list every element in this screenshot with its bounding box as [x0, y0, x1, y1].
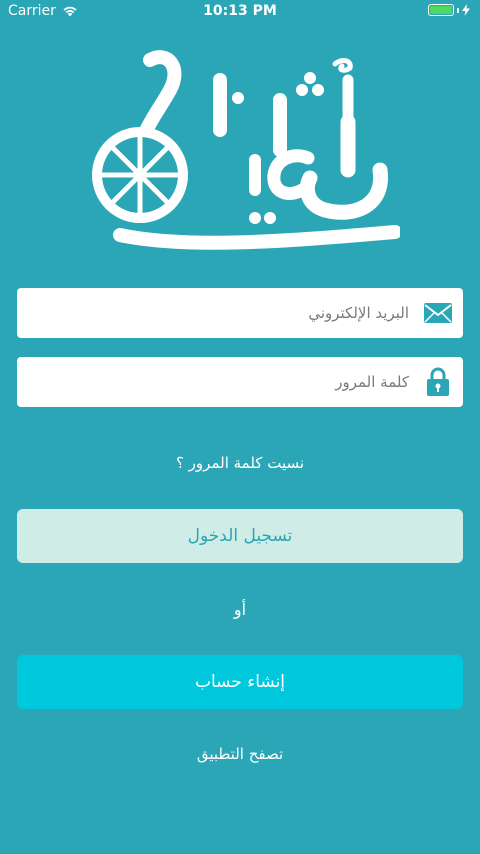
password-input[interactable] [17, 356, 421, 408]
wheel-icon [92, 127, 188, 223]
browse-app-link[interactable]: تصفح التطبيق [0, 745, 480, 763]
battery-icon [428, 4, 454, 16]
envelope-icon [421, 296, 455, 330]
login-button[interactable]: تسجيل الدخول [17, 509, 463, 563]
charging-bolt-icon [462, 4, 470, 16]
create-account-button-label: إنشاء حساب [194, 672, 286, 692]
forgot-password-link[interactable]: نسيت كلمة المرور ؟ [0, 454, 480, 472]
email-field[interactable] [17, 287, 463, 339]
lock-icon [421, 365, 455, 399]
or-separator: أو [233, 600, 247, 619]
app-logo [92, 50, 400, 250]
clock: 10:13 PM [203, 3, 277, 19]
create-account-button[interactable]: إنشاء حساب [17, 655, 463, 709]
email-input[interactable] [17, 287, 421, 339]
login-button-label: تسجيل الدخول [187, 526, 293, 546]
password-field[interactable] [17, 356, 463, 408]
status-bar: Carrier 10:13 PM [0, 0, 480, 24]
battery-indicator [428, 4, 470, 16]
